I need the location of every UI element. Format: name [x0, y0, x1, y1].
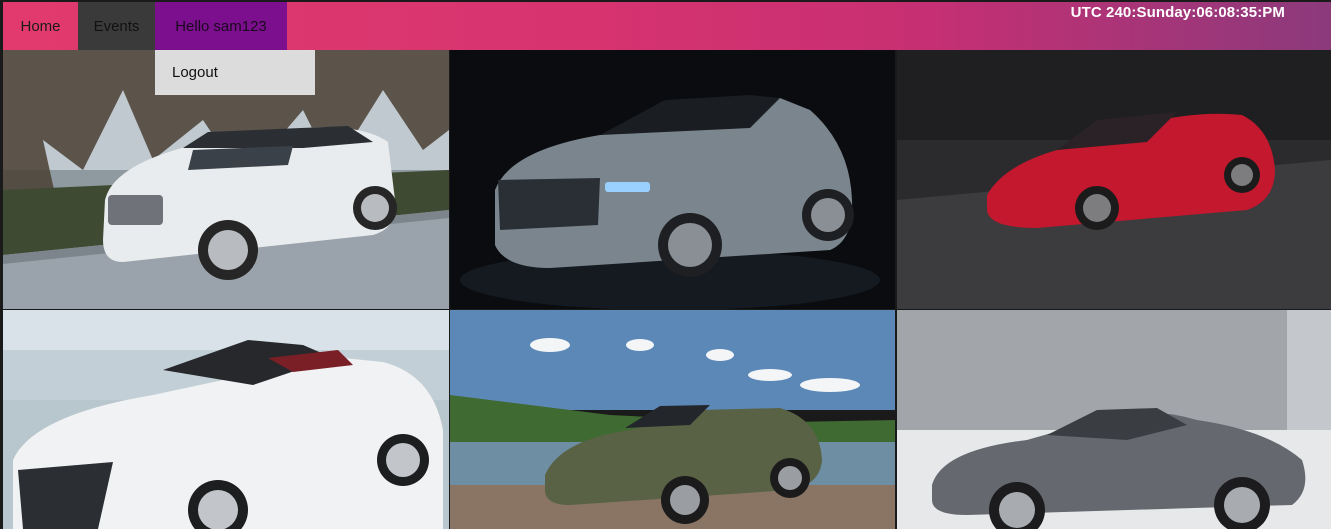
gallery-photo-2[interactable] [450, 50, 895, 309]
grey-roadster-photo [897, 310, 1331, 529]
white-convertible-photo [3, 310, 449, 529]
hello-label: Hello [175, 17, 210, 35]
gallery-photo-3[interactable] [897, 50, 1331, 309]
grey-convertible-photo [450, 50, 895, 309]
green-convertible-photo [450, 310, 895, 529]
username-label: sam123 [213, 17, 267, 35]
nav-home[interactable]: Home [3, 2, 78, 50]
page: Home Events Hello sam123 UTC 240:Sunday:… [0, 0, 1331, 529]
gallery-photo-4[interactable] [3, 310, 449, 529]
gallery-photo-5[interactable] [450, 310, 895, 529]
gallery-photo-6[interactable] [897, 310, 1331, 529]
red-sports-car-photo [897, 50, 1331, 309]
user-dropdown-menu: Logout [155, 50, 315, 95]
nav-events[interactable]: Events [78, 2, 155, 50]
utc-clock: UTC 240:Sunday:06:08:35:PM [1070, 4, 1285, 21]
nav-user-menu[interactable]: Hello sam123 [155, 2, 287, 50]
logout-menu-item[interactable]: Logout [155, 64, 218, 81]
car-gallery [3, 50, 1331, 529]
top-navbar: Home Events Hello sam123 UTC 240:Sunday:… [3, 2, 1331, 50]
